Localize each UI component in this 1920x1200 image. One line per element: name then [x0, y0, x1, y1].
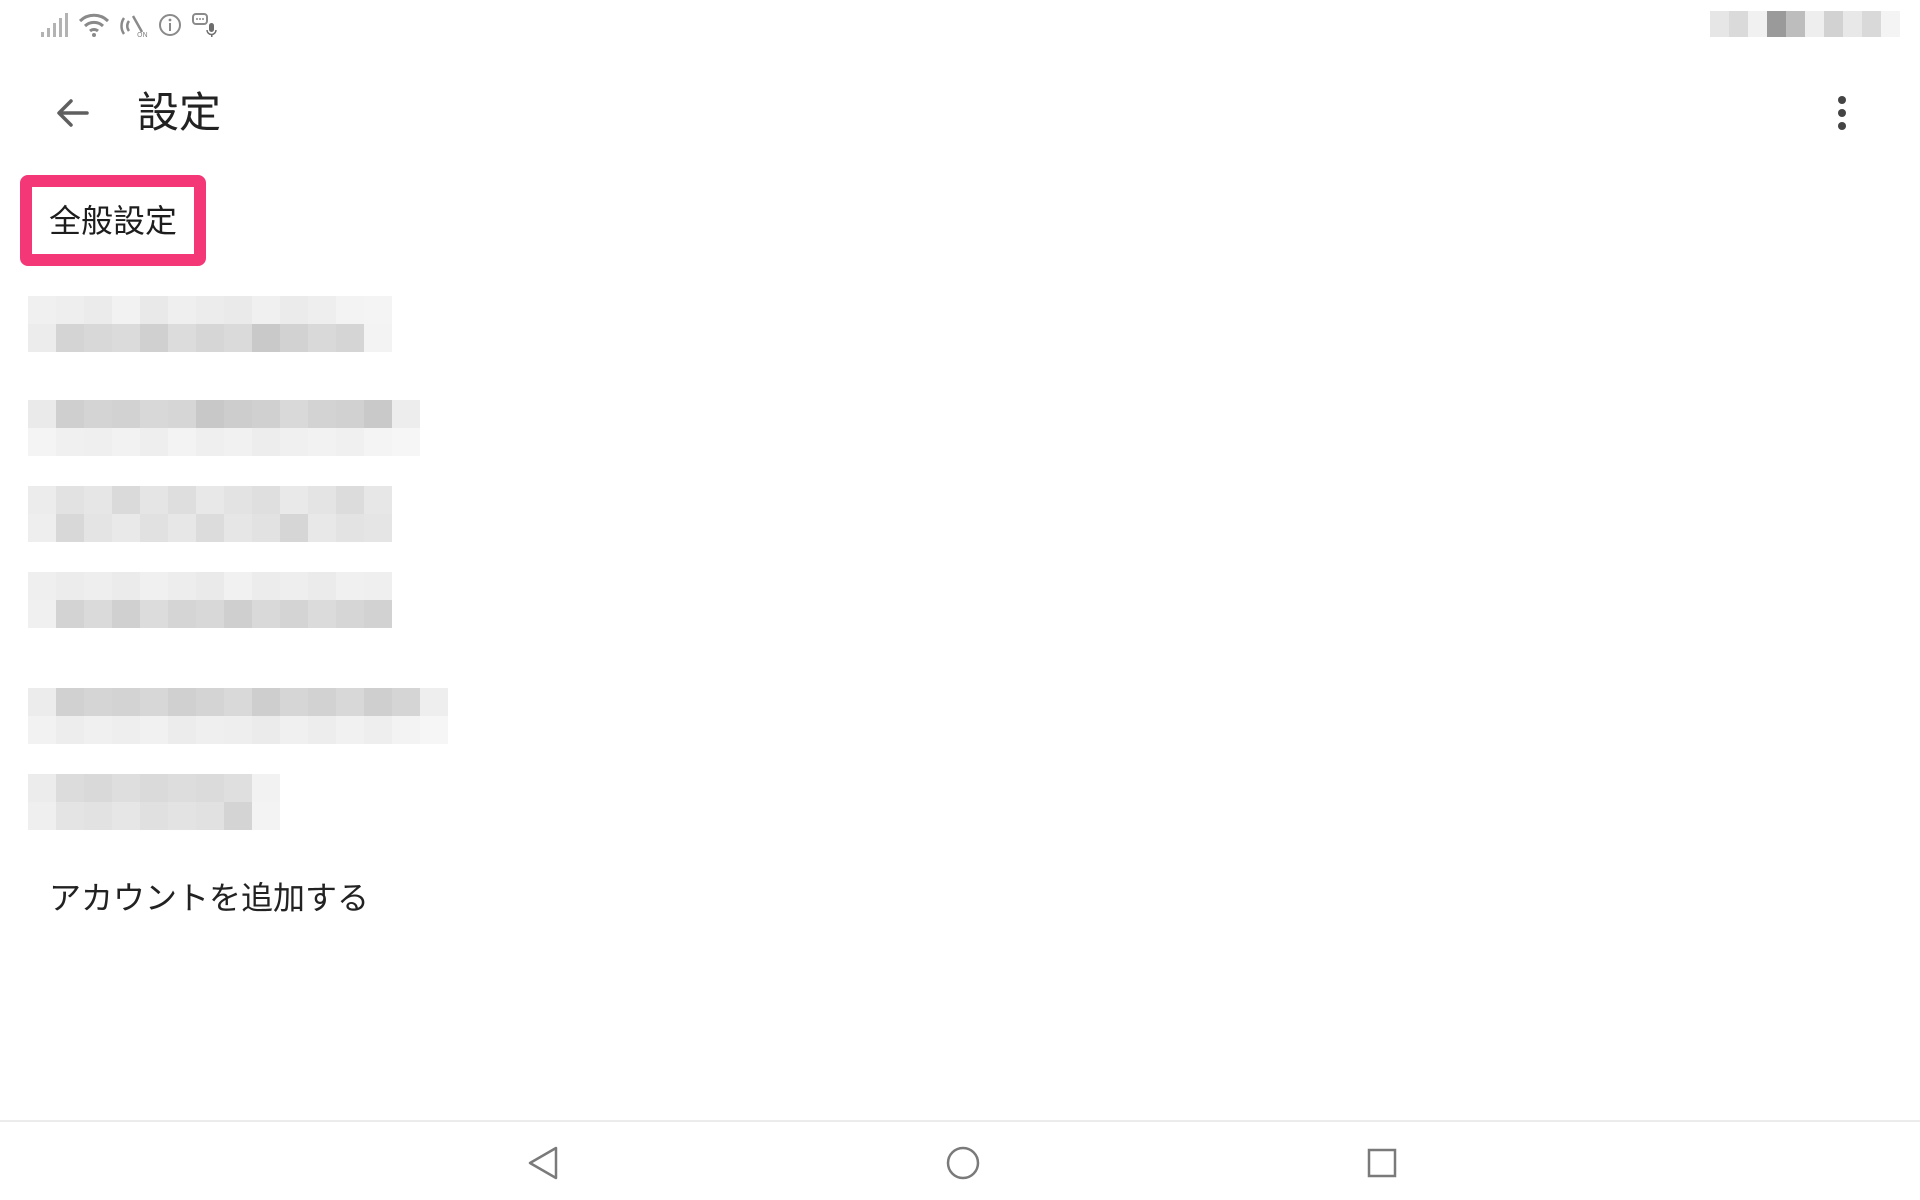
general-settings-item[interactable]: 全般設定: [20, 175, 206, 266]
arrow-back-icon: [53, 93, 93, 137]
status-bar: ON: [0, 0, 1920, 50]
nav-home-icon: [945, 1145, 981, 1185]
account-row-obscured[interactable]: [28, 774, 280, 830]
more-vert-icon: [1836, 95, 1848, 135]
wifi-icon: [78, 12, 110, 38]
account-row-obscured[interactable]: [28, 486, 392, 542]
nav-back-button[interactable]: [518, 1140, 568, 1190]
app-bar: 設定: [0, 60, 1920, 164]
nav-recents-button[interactable]: [1357, 1140, 1407, 1190]
account-row-obscured[interactable]: [28, 296, 392, 352]
nav-back-icon: [526, 1145, 560, 1185]
general-settings-label: 全般設定: [48, 201, 177, 240]
signal-icon: [40, 12, 68, 38]
nav-home-button[interactable]: [938, 1140, 988, 1190]
account-row-obscured[interactable]: [28, 688, 448, 744]
voice-message-icon: [192, 12, 218, 38]
nav-recents-icon: [1366, 1147, 1398, 1183]
navigation-bar: [0, 1122, 1920, 1200]
info-icon: [158, 13, 182, 37]
nfc-icon: ON: [120, 12, 148, 38]
status-icons: ON: [40, 10, 218, 40]
status-clock-obscured: [1710, 11, 1900, 37]
back-button[interactable]: [38, 80, 108, 150]
settings-screen: ON 設定 全般設定 アカウントを追加する: [0, 0, 1920, 1200]
page-title: 設定: [137, 88, 222, 137]
overflow-menu-button[interactable]: [1812, 85, 1872, 145]
add-account-button[interactable]: アカウントを追加する: [49, 872, 369, 924]
account-row-obscured[interactable]: [28, 400, 420, 456]
account-row-obscured[interactable]: [28, 572, 392, 628]
svg-text:ON: ON: [137, 31, 148, 38]
